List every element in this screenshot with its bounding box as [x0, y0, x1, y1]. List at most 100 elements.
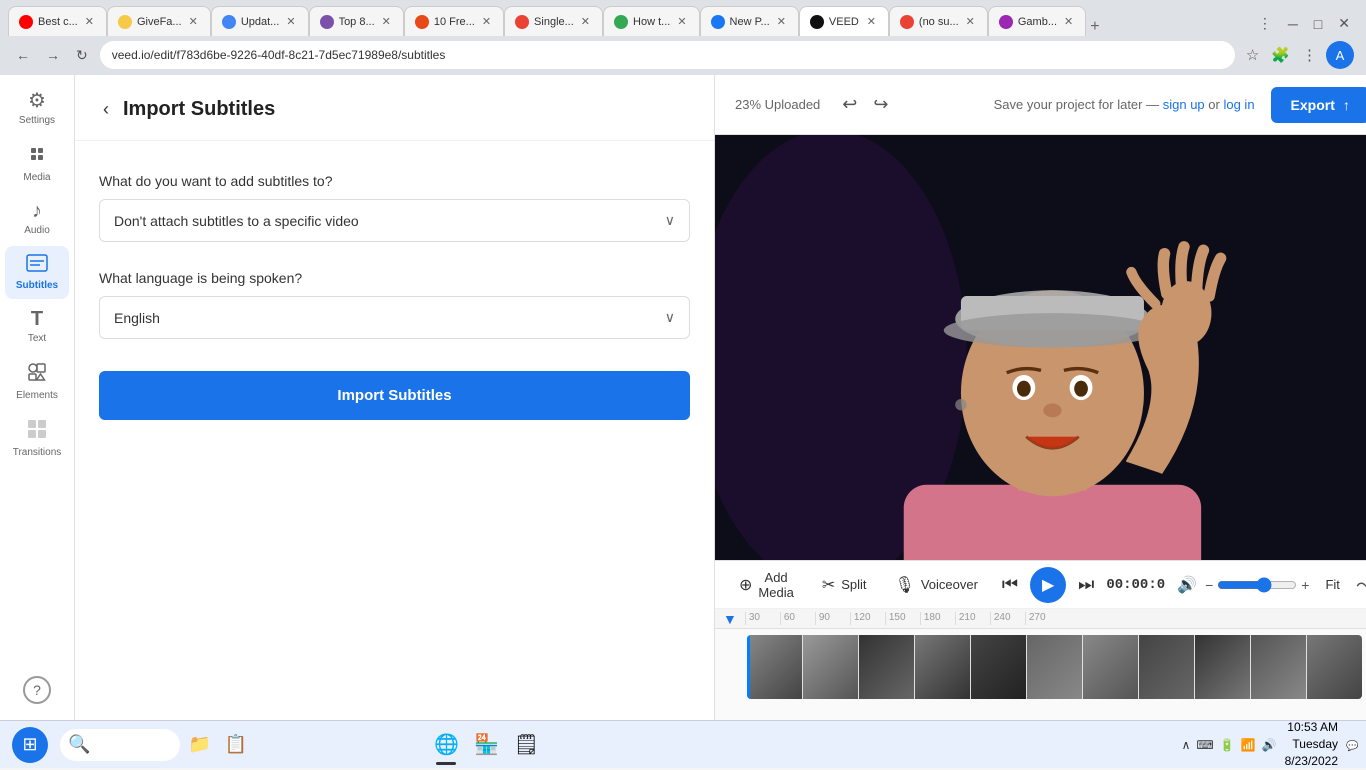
import-subtitles-button[interactable]: Import Subtitles [99, 371, 690, 420]
sidebar-item-text[interactable]: T Text [5, 301, 69, 352]
tab-close-7[interactable]: ✕ [675, 13, 688, 30]
export-button[interactable]: Export ↑ [1271, 87, 1366, 123]
tab-4[interactable]: Top 8... ✕ [309, 6, 404, 36]
tab-favicon-3 [222, 15, 236, 29]
tab-7[interactable]: How t... ✕ [603, 6, 700, 36]
tab-11[interactable]: Gamb... ✕ [988, 6, 1086, 36]
edge-icon: 🌐 [430, 729, 462, 761]
sign-up-link[interactable]: sign up [1163, 97, 1205, 112]
start-button[interactable]: ⊞ [12, 727, 48, 763]
add-media-button[interactable]: ⊕ Add Media [731, 564, 802, 606]
video-preview [715, 135, 1366, 560]
forward-button[interactable]: → [42, 43, 64, 67]
taskbar-time[interactable]: 10:53 AM Tuesday 8/23/2022 [1285, 719, 1338, 769]
fit-button[interactable]: Fit [1317, 573, 1347, 596]
settings-button[interactable]: ⋮ [1299, 43, 1320, 67]
tab-close-3[interactable]: ✕ [284, 13, 297, 30]
taskbar-time-display: 10:53 AM [1285, 719, 1338, 736]
file-explorer-button[interactable]: 📁 [184, 729, 216, 761]
tab-close-8[interactable]: ✕ [775, 13, 788, 30]
tab-3[interactable]: Updat... ✕ [211, 6, 309, 36]
tab-title-4: Top 8... [339, 16, 375, 28]
minimize-button[interactable]: ─ [1280, 12, 1306, 36]
subtitle-attach-select[interactable]: Don't attach subtitles to a specific vid… [99, 199, 690, 242]
plus-circle-icon: ⊕ [739, 575, 752, 595]
tab-close-9[interactable]: ✕ [865, 13, 878, 30]
sidebar-item-subtitles[interactable]: Subtitles [5, 246, 69, 299]
taskbar-app-notepad[interactable]: 🗒 [510, 729, 542, 761]
tray-arrow[interactable]: ∧ [1182, 738, 1191, 752]
timeline-video-track[interactable] [747, 635, 1362, 699]
bookmark-button[interactable]: ☆ [1243, 43, 1262, 67]
tab-9[interactable]: VEED ✕ [799, 6, 889, 36]
tab-close-5[interactable]: ✕ [480, 13, 493, 30]
upload-progress: 23% Uploaded [735, 97, 820, 112]
save-text-label: Save your project for later — [994, 97, 1159, 112]
volume-tray-icon[interactable]: 🔊 [1262, 738, 1277, 752]
extension-button[interactable]: 🧩 [1268, 43, 1293, 67]
sidebar: ⚙ Settings Media ♪ Audio Subtitles T Tex… [0, 75, 75, 720]
tab-close-11[interactable]: ✕ [1062, 13, 1075, 30]
sidebar-item-media[interactable]: Media [5, 136, 69, 191]
tab-1[interactable]: Best c... ✕ [8, 6, 107, 36]
sidebar-item-settings[interactable]: ⚙ Settings [5, 83, 69, 134]
log-in-link[interactable]: log in [1223, 97, 1254, 112]
thumb-11 [1307, 635, 1362, 699]
notification-area[interactable]: 💬 [1346, 736, 1354, 754]
tab-6[interactable]: Single... ✕ [504, 6, 603, 36]
url-bar[interactable]: veed.io/edit/f783d6be-9226-40df-8c21-7d5… [100, 41, 1235, 69]
undo-button[interactable]: ↩ [836, 88, 863, 121]
zoom-out-button[interactable]: − [1205, 577, 1213, 593]
tab-2[interactable]: GiveFa... ✕ [107, 6, 211, 36]
skip-forward-button[interactable]: ⏭ [1074, 570, 1098, 599]
zoom-in-button[interactable]: + [1301, 577, 1309, 593]
ruler-mark-120: 120 [850, 612, 885, 625]
panel-header: ‹ Import Subtitles [75, 75, 714, 141]
task-view-button[interactable]: 📋 [220, 729, 252, 761]
add-track-button[interactable]: + [1362, 635, 1366, 656]
zoom-slider[interactable] [1217, 577, 1297, 593]
language-select[interactable]: English ∨ [99, 296, 690, 339]
tab-menu-button[interactable]: ⋮ [1250, 11, 1280, 36]
voiceover-button[interactable]: 🎙 Voiceover [887, 569, 986, 601]
keyboard-icon: ⌨ [1196, 738, 1213, 752]
search-taskbar-button[interactable]: 🔍 [60, 729, 180, 761]
tab-close-2[interactable]: ✕ [187, 13, 200, 30]
tab-close-1[interactable]: ✕ [83, 13, 96, 30]
sidebar-item-audio[interactable]: ♪ Audio [5, 193, 69, 244]
taskbar-date-display: Tuesday [1285, 736, 1338, 753]
split-button[interactable]: ✂ Split [814, 569, 875, 601]
ruler-mark-180: 180 [920, 612, 955, 625]
ruler-mark-90: 90 [815, 612, 850, 625]
sidebar-help-button[interactable]: ? [15, 668, 59, 712]
thumb-9 [1195, 635, 1250, 699]
waveform-button[interactable]: 〜 [1356, 572, 1366, 598]
taskbar-app-store[interactable]: 🏪 [470, 729, 502, 761]
tab-5[interactable]: 10 Fre... ✕ [404, 6, 504, 36]
ruler-mark-240: 240 [990, 612, 1025, 625]
back-button[interactable]: ← [12, 43, 34, 67]
tab-10[interactable]: (no su... ✕ [889, 6, 988, 36]
refresh-button[interactable]: ↻ [72, 43, 92, 68]
tab-close-10[interactable]: ✕ [964, 13, 977, 30]
new-tab-button[interactable]: + [1090, 18, 1099, 36]
taskbar-app-edge[interactable]: 🌐 [430, 729, 462, 761]
play-button[interactable]: ▶ [1030, 567, 1066, 603]
close-window-button[interactable]: ✕ [1330, 11, 1358, 36]
redo-button[interactable]: ↪ [867, 88, 894, 121]
tab-title-11: Gamb... [1018, 16, 1057, 28]
maximize-button[interactable]: □ [1306, 12, 1330, 36]
sidebar-item-transitions[interactable]: Transitions [5, 411, 69, 466]
subtitles-icon [26, 254, 48, 276]
filter-icon[interactable]: ▼ [715, 611, 745, 627]
sidebar-item-elements[interactable]: Elements [5, 354, 69, 409]
panel-back-button[interactable]: ‹ [99, 95, 113, 124]
volume-icon[interactable]: 🔊 [1177, 575, 1197, 595]
transitions-icon [27, 419, 47, 443]
profile-button[interactable]: A [1326, 41, 1354, 69]
tab-close-6[interactable]: ✕ [579, 13, 592, 30]
tab-close-4[interactable]: ✕ [380, 13, 393, 30]
add-media-label: Add Media [758, 570, 793, 600]
skip-back-button[interactable]: ⏮ [998, 570, 1022, 599]
tab-8[interactable]: New P... ✕ [700, 6, 799, 36]
